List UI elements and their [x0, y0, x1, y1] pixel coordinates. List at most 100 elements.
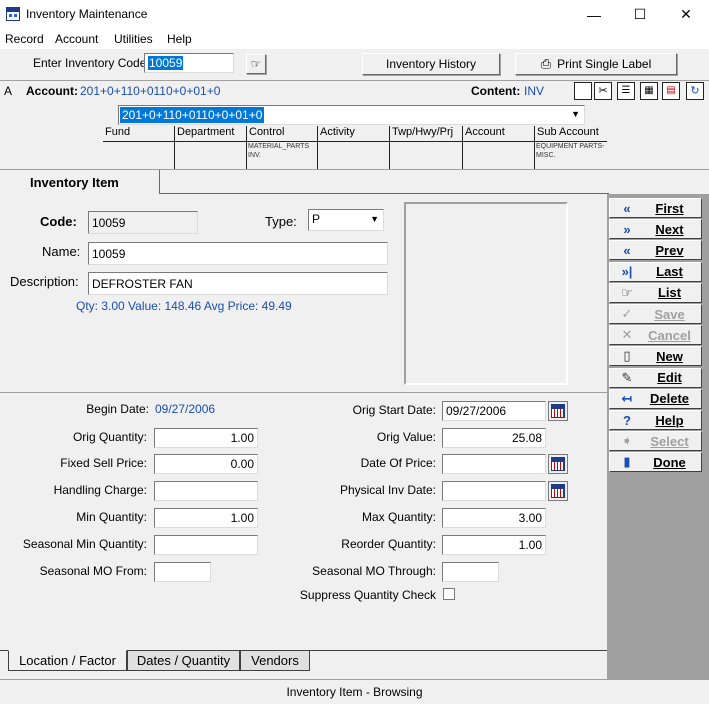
next-button[interactable]: » Next: [609, 219, 702, 240]
prev-button[interactable]: « Prev: [609, 240, 702, 261]
segment-activity-desc: [317, 142, 389, 169]
date-of-price-label: Date Of Price:: [360, 456, 436, 470]
segment-activity: Activity: [317, 126, 355, 141]
item-summary: Qty: 3.00 Value: 148.46 Avg Price: 49.49: [76, 299, 292, 313]
type-label: Type:: [265, 214, 297, 229]
menu-help[interactable]: Help: [167, 32, 192, 46]
list-lookup-button[interactable]: ☞: [246, 54, 266, 74]
segment-subaccount-desc: EQUIPMENT PARTS-MISC.: [534, 142, 607, 169]
segment-department: Department: [174, 126, 234, 141]
orig-qty-input[interactable]: 1.00: [154, 428, 258, 448]
save-button[interactable]: ✓ Save: [609, 304, 702, 324]
delete-button[interactable]: ↤ Delete: [609, 388, 702, 409]
max-qty-label: Max Quantity:: [361, 510, 436, 524]
handling-input[interactable]: [154, 481, 258, 501]
calendar-icon[interactable]: [548, 481, 568, 501]
minimize-button[interactable]: —: [571, 0, 617, 29]
seasonal-through-label: Seasonal MO Through:: [312, 564, 436, 578]
print-single-label-button[interactable]: ⎙ Print Single Label: [515, 53, 677, 75]
orig-value-input[interactable]: 25.08: [442, 428, 546, 448]
refresh-icon[interactable]: ↻: [686, 82, 704, 100]
segment-fund: Fund: [105, 126, 131, 138]
code-field: 10059: [88, 211, 198, 234]
tab-vendors[interactable]: Vendors: [240, 651, 310, 671]
window-title: Inventory Maintenance: [26, 7, 148, 21]
list-button[interactable]: ☞ List: [609, 282, 702, 303]
type-select[interactable]: P ▼: [308, 209, 384, 231]
tools-icon[interactable]: ✂: [594, 82, 612, 100]
begin-date-label: Begin Date:: [86, 402, 149, 416]
suppress-checkbox[interactable]: [443, 588, 455, 600]
description-input[interactable]: DEFROSTER FAN: [88, 272, 388, 295]
control-desc-line2: INV.: [248, 152, 261, 159]
first-icon: «: [623, 200, 631, 216]
list-view-icon[interactable]: ☰: [617, 82, 635, 100]
list-label: List: [657, 285, 682, 301]
account-label: Account:: [26, 84, 78, 98]
printer-icon: ⎙: [540, 56, 552, 71]
help-button[interactable]: ? Help: [609, 410, 702, 430]
code-field-label: Code:: [40, 214, 77, 229]
account-prefix: A: [4, 84, 13, 98]
last-icon: »|: [621, 264, 633, 280]
first-button[interactable]: « First: [609, 198, 702, 218]
orig-start-label: Orig Start Date:: [352, 403, 436, 417]
phys-inv-input[interactable]: [442, 481, 546, 501]
blank-doc-icon[interactable]: [574, 82, 592, 100]
close-button[interactable]: ✕: [663, 0, 709, 29]
phys-inv-label: Physical Inv Date:: [339, 483, 436, 497]
first-label: First: [655, 200, 684, 216]
report-icon[interactable]: ▤: [662, 82, 680, 100]
segment-department-desc: [174, 142, 246, 169]
status-bar: Inventory Item - Browsing: [0, 679, 709, 704]
reorder-input[interactable]: 1.00: [442, 535, 546, 555]
orig-start-input[interactable]: 09/27/2006: [442, 401, 546, 421]
type-select-value: P: [312, 212, 321, 226]
handling-label: Handling Charge:: [53, 483, 147, 497]
app-icon: [6, 7, 20, 21]
new-button[interactable]: ▯ New: [609, 346, 702, 367]
menu-account[interactable]: Account: [55, 32, 98, 46]
min-qty-input[interactable]: 1.00: [154, 508, 258, 528]
section-tab-label: Inventory Item: [30, 175, 119, 190]
title-bar: Inventory Maintenance — ☐ ✕: [0, 0, 709, 29]
account-dropdown-value: 201+0+110+0110+0+01+0: [120, 107, 265, 123]
code-selected-text: 10059: [148, 56, 184, 70]
inventory-history-button[interactable]: Inventory History: [362, 53, 500, 75]
seasonal-min-input[interactable]: [154, 535, 258, 555]
name-input[interactable]: 10059: [88, 242, 388, 265]
cancel-icon: ✕: [621, 327, 633, 343]
menu-utilities[interactable]: Utilities: [114, 32, 153, 46]
content-label: Content:: [471, 84, 521, 98]
seasonal-min-label: Seasonal Min Quantity:: [22, 537, 147, 551]
section-tab-inventory-item[interactable]: Inventory Item: [0, 170, 160, 194]
inventory-code-input[interactable]: 10059: [144, 53, 234, 73]
menu-record[interactable]: Record: [5, 32, 44, 46]
tab-dates-quantity[interactable]: Dates / Quantity: [127, 651, 240, 671]
tab-location-factor[interactable]: Location / Factor: [8, 650, 127, 671]
edit-button[interactable]: ✎ Edit: [609, 367, 702, 388]
seasonal-from-input[interactable]: [154, 562, 211, 582]
calendar-icon[interactable]: [548, 401, 568, 421]
calc-icon[interactable]: ▦: [640, 82, 658, 100]
account-dropdown[interactable]: 201+0+110+0110+0+01+0 ▼: [118, 105, 585, 125]
begin-date-value: 09/27/2006: [155, 402, 216, 416]
last-button[interactable]: »| Last: [609, 261, 702, 282]
select-button[interactable]: ➧ Select: [609, 431, 702, 452]
last-label: Last: [656, 264, 683, 280]
cancel-button[interactable]: ✕ Cancel: [609, 325, 702, 346]
next-label: Next: [655, 221, 684, 237]
maximize-button[interactable]: ☐: [617, 0, 663, 29]
calendar-icon[interactable]: [548, 454, 568, 474]
new-doc-icon: ▯: [623, 348, 631, 364]
date-of-price-input[interactable]: [442, 454, 546, 474]
fixed-sell-input[interactable]: 0.00: [154, 454, 258, 474]
max-qty-input[interactable]: 3.00: [442, 508, 546, 528]
name-label: Name:: [42, 244, 81, 259]
prev-icon: «: [623, 242, 631, 258]
subaccount-desc-line: EQUIPMENT PARTS-MISC.: [536, 143, 605, 159]
done-button[interactable]: ▮ Done: [609, 452, 702, 473]
seasonal-through-input[interactable]: [442, 562, 499, 582]
tab-dates-quantity-label: Dates / Quantity: [136, 653, 231, 668]
description-label: Description:: [10, 274, 79, 289]
